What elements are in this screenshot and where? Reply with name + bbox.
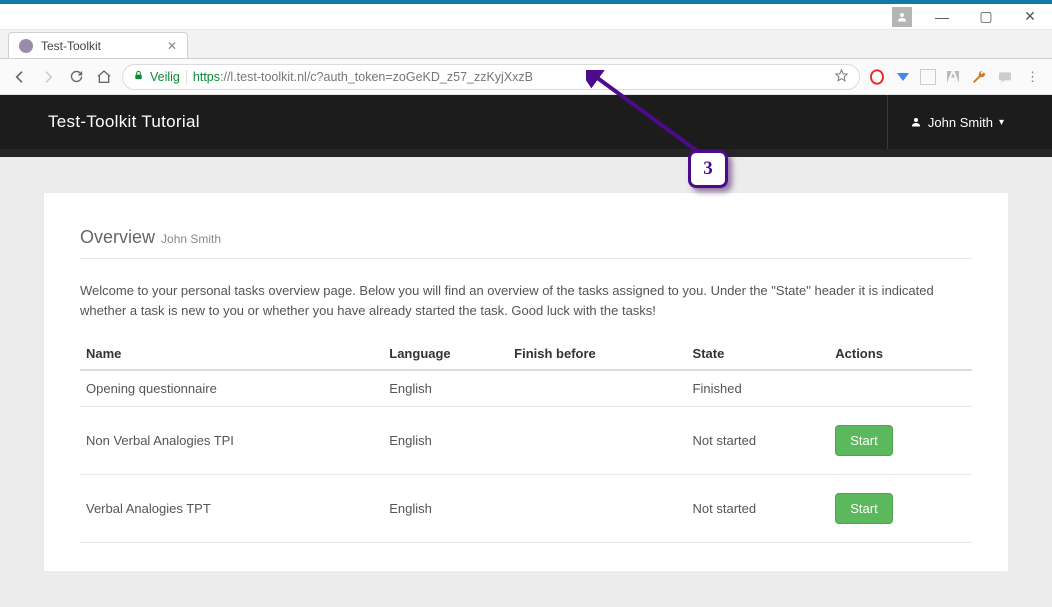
browser-tab[interactable]: Test-Toolkit ✕ — [8, 32, 188, 58]
content-area: Overview John Smith Welcome to your pers… — [0, 157, 1052, 607]
start-button[interactable]: Start — [835, 493, 892, 524]
user-menu[interactable]: John Smith ▾ — [887, 95, 1004, 149]
cell-finish — [508, 475, 686, 543]
window-maximize-button[interactable]: ▢ — [972, 8, 1000, 26]
cell-state: Not started — [687, 407, 830, 475]
extension-icon-blue[interactable] — [894, 68, 912, 86]
tab-close-icon[interactable]: ✕ — [167, 39, 177, 53]
tasks-table: Name Language Finish before State Action… — [80, 338, 972, 543]
overview-username: John Smith — [161, 232, 221, 246]
window-titlebar: — ▢ ✕ — [0, 4, 1052, 30]
extension-icon-adobe[interactable] — [944, 68, 962, 86]
extension-icon-doc[interactable] — [920, 69, 936, 85]
opera-extension-icon[interactable] — [868, 68, 886, 86]
browser-tabs-bar: Test-Toolkit ✕ — [0, 30, 1052, 59]
url-text: https://l.test-toolkit.nl/c?auth_token=z… — [193, 70, 533, 84]
th-language: Language — [383, 338, 508, 370]
start-button[interactable]: Start — [835, 425, 892, 456]
browser-toolbar: Veilig https://l.test-toolkit.nl/c?auth_… — [0, 59, 1052, 95]
extension-icon-wrench[interactable] — [970, 68, 988, 86]
bookmark-star-icon[interactable] — [834, 68, 849, 86]
cell-finish — [508, 370, 686, 407]
annotation-callout: 3 — [688, 150, 728, 188]
cell-action — [829, 370, 972, 407]
reload-button[interactable] — [66, 67, 86, 87]
app-subheader — [0, 149, 1052, 157]
cell-finish — [508, 407, 686, 475]
window-close-button[interactable]: ✕ — [1016, 8, 1044, 26]
cell-state: Finished — [687, 370, 830, 407]
browser-menu-button[interactable]: ⋮ — [1022, 67, 1042, 87]
cell-name: Non Verbal Analogies TPI — [80, 407, 383, 475]
overview-label: Overview — [80, 227, 155, 248]
home-button[interactable] — [94, 67, 114, 87]
overview-card: Overview John Smith Welcome to your pers… — [44, 193, 1008, 571]
intro-text: Welcome to your personal tasks overview … — [80, 281, 972, 320]
cell-action: Start — [829, 475, 972, 543]
app-title: Test-Toolkit Tutorial — [48, 112, 200, 132]
cell-action: Start — [829, 407, 972, 475]
table-row: Opening questionnaire English Finished — [80, 370, 972, 407]
cell-name: Verbal Analogies TPT — [80, 475, 383, 543]
address-bar[interactable]: Veilig https://l.test-toolkit.nl/c?auth_… — [122, 64, 860, 90]
th-finish: Finish before — [508, 338, 686, 370]
secure-label: Veilig — [150, 70, 187, 84]
window-minimize-button[interactable]: — — [928, 8, 956, 26]
favicon-icon — [19, 39, 33, 53]
th-actions: Actions — [829, 338, 972, 370]
table-row: Non Verbal Analogies TPI English Not sta… — [80, 407, 972, 475]
cell-lang: English — [383, 475, 508, 543]
user-name: John Smith — [928, 115, 993, 130]
overview-heading: Overview John Smith — [80, 227, 972, 259]
tab-title: Test-Toolkit — [41, 39, 101, 53]
th-state: State — [687, 338, 830, 370]
cell-lang: English — [383, 370, 508, 407]
th-name: Name — [80, 338, 383, 370]
table-row: Verbal Analogies TPT English Not started… — [80, 475, 972, 543]
callout-number: 3 — [703, 158, 713, 180]
extension-icon-chat[interactable] — [996, 68, 1014, 86]
user-icon — [910, 116, 922, 128]
caret-down-icon: ▾ — [999, 117, 1004, 128]
titlebar-user-icon[interactable] — [892, 7, 912, 27]
lock-icon — [133, 70, 144, 84]
forward-button[interactable] — [38, 67, 58, 87]
cell-name: Opening questionnaire — [80, 370, 383, 407]
cell-lang: English — [383, 407, 508, 475]
app-header: Test-Toolkit Tutorial John Smith ▾ — [0, 95, 1052, 149]
cell-state: Not started — [687, 475, 830, 543]
back-button[interactable] — [10, 67, 30, 87]
